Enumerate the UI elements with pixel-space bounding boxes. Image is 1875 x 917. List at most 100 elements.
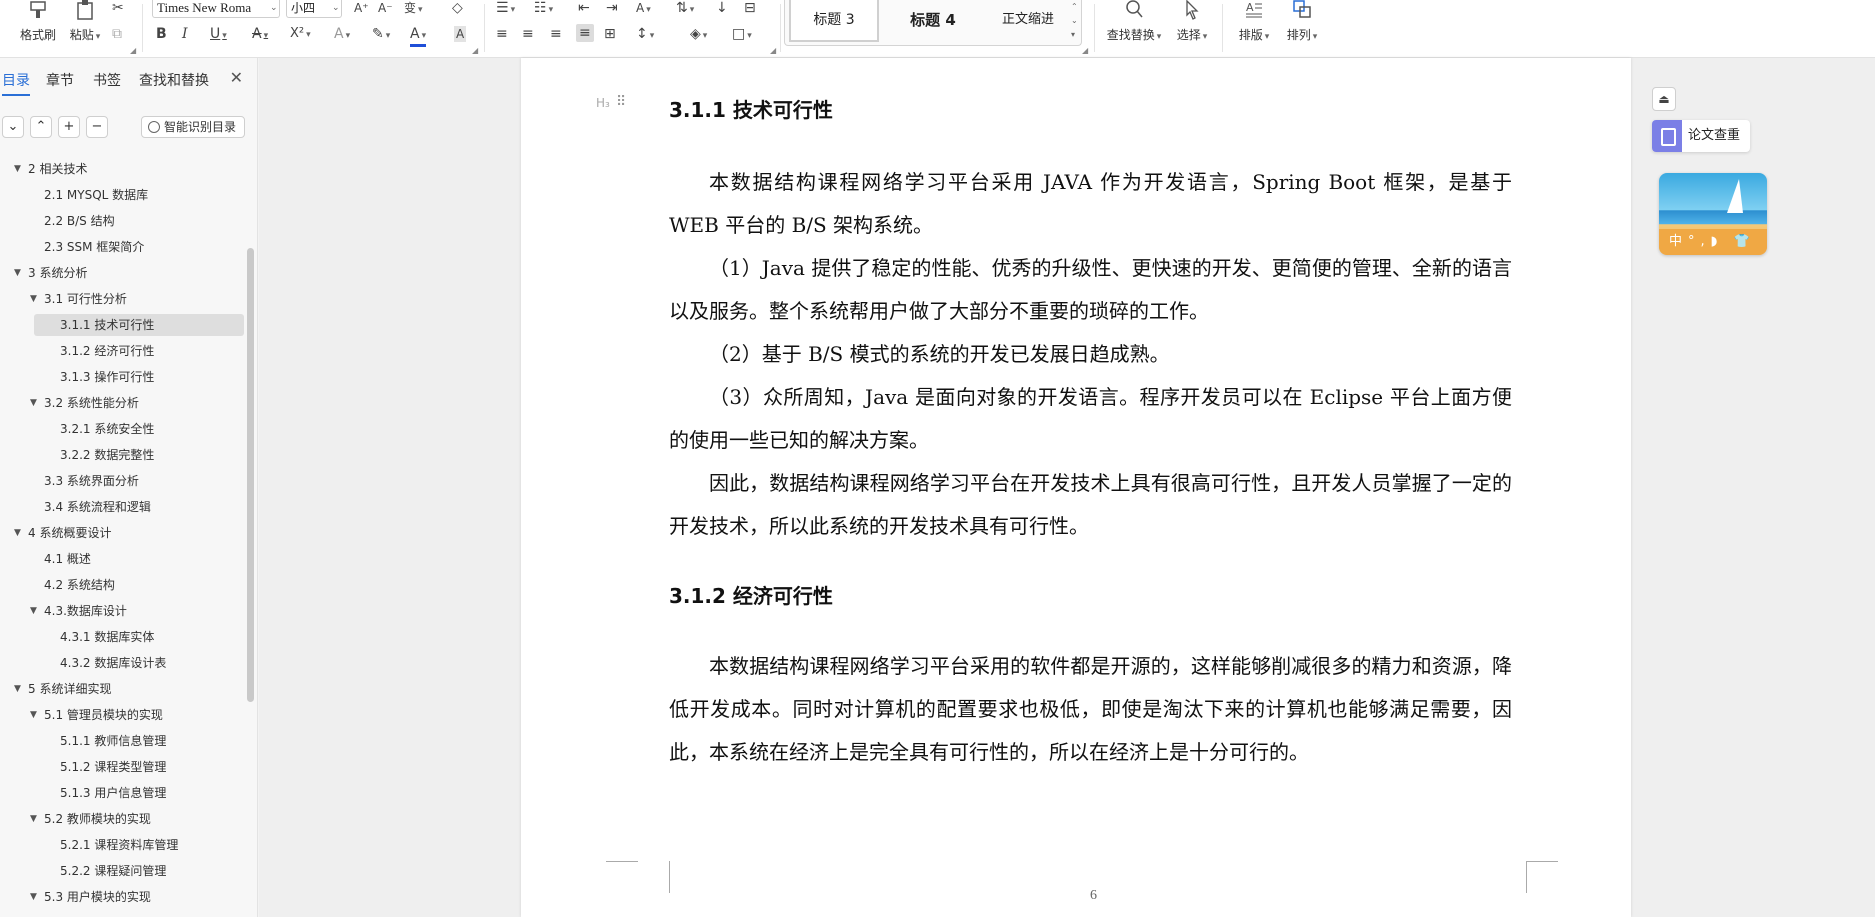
font-color-icon[interactable]: A ▾ [410,26,427,47]
toc-item[interactable]: 2.2 B/S 结构 [44,210,115,232]
toc-item[interactable]: ▼ 5.3 用户模块的实现 [30,886,151,908]
numbered-list-icon[interactable]: ☷ ▾ [534,0,553,18]
cut-icon[interactable]: ✂ [112,0,124,16]
chevron-down-icon[interactable]: ⌄ [332,3,340,13]
underline-icon[interactable]: U ▾ [210,26,227,44]
show-marks-icon[interactable]: ⊟ [744,0,756,16]
bold-icon[interactable]: B [156,26,167,42]
chevron-down-icon[interactable]: ⌄ [270,3,278,13]
toc-item[interactable]: 4.1 概述 [44,548,91,570]
collapse-panel-icon[interactable]: ⏏ [1652,87,1676,111]
copy-icon[interactable]: ⧉ [112,26,122,42]
expand-triangle-icon[interactable]: ▼ [30,392,37,414]
drag-handle-icon[interactable]: ⠿ [616,94,626,110]
expand-triangle-icon[interactable]: ▼ [30,808,37,830]
paper-check-button[interactable]: 论文查重 [1652,120,1750,152]
style-heading-4[interactable]: 标题 4 [883,0,983,42]
tab-bookmarks[interactable]: 书签 [93,70,121,90]
paragraph-expand-icon[interactable]: ◢ [770,46,776,55]
tab-find-replace[interactable]: 查找和替换 [139,70,209,90]
toc-item[interactable]: 3.2.1 系统安全性 [60,418,154,440]
toc-item[interactable]: ▼ 3.2 系统性能分析 [30,392,139,414]
bullet-list-icon[interactable]: ☰ ▾ [496,0,515,18]
toc-item[interactable]: 3.1.1 技术可行性 [34,314,244,336]
toc-item[interactable]: ▼ 5 系统详细实现 [14,678,111,700]
sort-icon[interactable]: ⇅ ▾ [676,0,694,18]
line-spacing-icon[interactable]: ↕ ▾ [636,26,654,44]
style-body-indent[interactable]: 正文缩进 [985,0,1071,42]
toc-item[interactable]: 3.3 系统界面分析 [44,470,139,492]
expand-triangle-icon[interactable]: ▼ [30,704,37,726]
toc-item[interactable]: ▼ 5.1 管理员模块的实现 [30,704,163,726]
text-effect-icon[interactable]: A ▾ [334,26,350,44]
toc-item[interactable]: 5.1.2 课程类型管理 [60,756,166,778]
toc-item[interactable]: ▼ 5.2 教师模块的实现 [30,808,151,830]
superscript-icon[interactable]: X² ▾ [290,26,311,43]
clipboard-expand-icon[interactable]: ◢ [130,46,136,55]
expand-triangle-icon[interactable]: ▼ [14,678,21,700]
format-painter-button[interactable]: 格式刷 [16,0,60,43]
expand-triangle-icon[interactable]: ▼ [14,522,21,544]
tab-chapters[interactable]: 章节 [46,70,74,90]
expand-triangle-icon[interactable]: ▼ [14,158,21,180]
font-expand-icon[interactable]: ◢ [472,46,478,55]
toc-item[interactable]: 3.2.2 数据完整性 [60,444,154,466]
toc-item[interactable]: 4.3.1 数据库实体 [60,626,154,648]
toc-item[interactable]: 5.2.1 课程资料库管理 [60,834,178,856]
toc-item[interactable]: 2.1 MYSQL 数据库 [44,184,148,206]
toc-item[interactable]: 3.1.3 操作可行性 [60,366,154,388]
toc-item[interactable]: ▼ 3.1 可行性分析 [30,288,127,310]
increase-font-icon[interactable]: A⁺ [354,0,369,16]
toc-item[interactable]: 2.3 SSM 框架简介 [44,236,144,258]
toc-item[interactable]: 3.4 系统流程和逻辑 [44,496,151,518]
align-left-icon[interactable]: ≡ [496,26,508,42]
styles-scroll-icon[interactable]: ⌃ ⌄ ▾ [1071,0,1078,42]
toc-item[interactable]: 4.2 系统结构 [44,574,115,596]
decrease-indent-icon[interactable]: ⇤ [578,0,590,16]
decrease-font-icon[interactable]: A⁻ [378,0,393,16]
toc-item[interactable]: 5.1.1 教师信息管理 [60,730,166,752]
distributed-icon[interactable]: ⊞ [604,26,616,42]
ime-skin-widget[interactable]: 中°,◗ 👕 [1659,173,1767,255]
shading-icon[interactable]: ◈ ▾ [690,26,707,44]
toc-item[interactable]: 5.1.3 用户信息管理 [60,782,166,804]
smart-toc-button[interactable]: 智能识别目录 [141,116,245,138]
font-name-combo[interactable]: Times New Roma [152,0,280,18]
border-icon[interactable]: □ ▾ [732,26,752,44]
remove-heading-button[interactable]: − [86,116,108,138]
toc-item[interactable]: ▼ 3 系统分析 [14,262,87,284]
sort-az-icon[interactable]: ↓ [716,0,728,16]
expand-triangle-icon[interactable]: ▼ [14,262,21,284]
toc-item[interactable]: 4.3.2 数据库设计表 [60,652,166,674]
justify-icon[interactable]: ≡ [576,24,594,42]
move-up-button[interactable]: ⌃ [30,116,52,138]
toc-item[interactable]: ▼ 4.3.数据库设计 [30,600,127,622]
align-right-icon[interactable]: ≡ [550,26,562,42]
arrange-button[interactable]: 排列 ▾ [1282,0,1322,43]
collapse-all-button[interactable]: ⌄ [2,116,24,138]
layout-button[interactable]: A 排版 ▾ [1234,0,1274,43]
toc-item[interactable]: ▼ 2 相关技术 [14,158,87,180]
toc-item[interactable]: 5.2.2 课程疑问管理 [60,860,166,882]
expand-triangle-icon[interactable]: ▼ [30,886,37,908]
close-icon[interactable]: ✕ [230,68,243,87]
toc-scrollbar[interactable] [247,248,254,702]
toc-item[interactable]: 3.1.2 经济可行性 [60,340,154,362]
add-heading-button[interactable]: + [58,116,80,138]
find-replace-button[interactable]: 查找替换 ▾ [1104,0,1164,43]
strikethrough-icon[interactable]: A ▾ [252,26,268,44]
toc-item[interactable]: ▼ 4 系统概要设计 [14,522,111,544]
highlight-icon[interactable]: ✎ ▾ [372,26,390,44]
italic-icon[interactable]: I [182,26,188,42]
chinese-layout-icon[interactable]: A ▾ [636,0,651,18]
style-heading-3[interactable]: 标题 3 [789,0,879,42]
phonetic-guide-icon[interactable]: 变 ▾ [404,0,423,18]
expand-triangle-icon[interactable]: ▼ [30,600,37,622]
align-center-icon[interactable]: ≡ [522,26,534,42]
expand-triangle-icon[interactable]: ▼ [30,288,37,310]
select-button[interactable]: 选择 ▾ [1172,0,1212,43]
styles-expand-icon[interactable]: ◢ [1082,46,1088,55]
increase-indent-icon[interactable]: ⇥ [606,0,618,16]
clear-format-icon[interactable]: ◇ [452,0,463,16]
heading-marker-icon[interactable]: H₃ [596,96,610,110]
